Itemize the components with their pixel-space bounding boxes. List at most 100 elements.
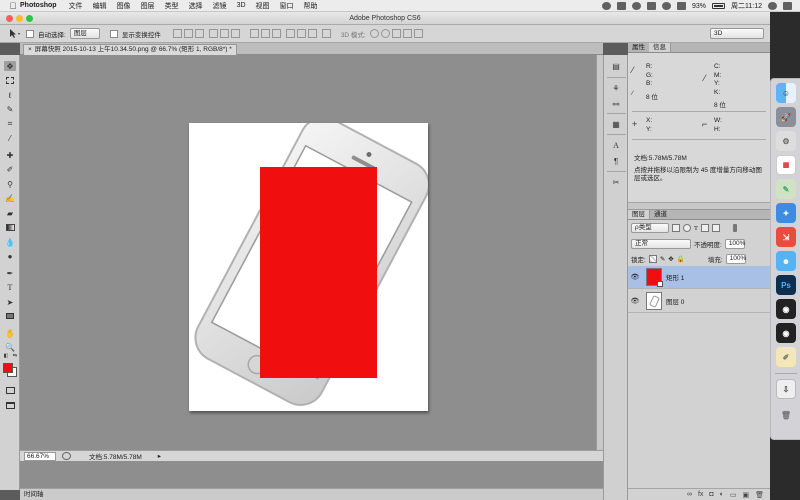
layer-row-image[interactable]: 👁 图层 0 [628, 290, 770, 313]
lock-transparent-icon[interactable] [648, 255, 657, 263]
close-tab-icon[interactable]: × [28, 46, 32, 53]
gradient-tool-icon[interactable] [4, 222, 16, 232]
crop-tool-icon[interactable]: ⌗ [4, 119, 16, 129]
quick-select-tool-icon[interactable]: ✎ [4, 104, 16, 114]
finder-icon[interactable]: ☺ [776, 83, 796, 103]
menu-app-name[interactable]: Photoshop [20, 2, 57, 9]
move-tool-icon[interactable]: ✥ [4, 61, 16, 71]
swap-colors-icon[interactable]: ⇆ [11, 353, 19, 359]
spotlight-icon[interactable] [768, 2, 777, 10]
calendar-icon[interactable]: ▦ [776, 155, 796, 175]
delete-layer-icon[interactable]: 🗑 [755, 491, 764, 499]
status-icon-5[interactable] [661, 2, 671, 10]
preview-icon[interactable]: ✎ [776, 179, 796, 199]
roll-3d-icon[interactable] [380, 29, 390, 38]
red-rectangle-shape[interactable] [260, 167, 377, 378]
wifi-icon[interactable] [676, 2, 686, 10]
eyedropper-tool-icon[interactable]: ⁄ [4, 133, 16, 143]
add-mask-icon[interactable]: ◘ [709, 491, 713, 498]
move-tool-preset-icon[interactable] [8, 28, 22, 39]
screen-mode-icon[interactable] [4, 400, 16, 410]
qq-browser-icon[interactable]: ☻ [776, 251, 796, 271]
lasso-tool-icon[interactable]: ℓ [4, 90, 16, 100]
layer-name[interactable]: 矩形 1 [666, 272, 684, 282]
menu-select[interactable]: 选择 [189, 1, 203, 11]
status-icon-2[interactable] [616, 2, 626, 10]
paragraph-panel-icon[interactable]: ¶ [610, 155, 622, 167]
scale-3d-icon[interactable] [413, 29, 423, 38]
menu-layer[interactable]: 图层 [141, 1, 155, 11]
history-brush-tool-icon[interactable]: ✍ [4, 193, 16, 203]
rotate-3d-icon[interactable] [369, 29, 379, 38]
actions-panel-icon[interactable]: ▦ [610, 118, 622, 130]
link-layers-icon[interactable]: ∞ [687, 491, 692, 498]
menu-type[interactable]: 类型 [165, 1, 179, 11]
visibility-eye-icon[interactable]: 👁 [628, 297, 642, 305]
filter-pixel-icon[interactable] [672, 224, 680, 232]
menu-file[interactable]: 文件 [69, 1, 83, 11]
history-panel-icon[interactable]: ▤ [610, 60, 622, 72]
zoom-window-button[interactable] [26, 15, 33, 22]
quick-mask-icon[interactable] [4, 385, 16, 395]
filter-toggle-icon[interactable] [732, 224, 737, 232]
dodge-tool-icon[interactable]: ● [4, 251, 16, 261]
distribute-left-icon[interactable] [285, 29, 295, 38]
new-group-icon[interactable]: ▭ [730, 491, 737, 499]
battery-icon[interactable] [712, 3, 725, 9]
type-tool-icon[interactable]: T [4, 282, 16, 292]
layer-row-rectangle[interactable]: 👁 矩形 1 [628, 266, 770, 289]
brush-tool-icon[interactable]: ✐ [4, 164, 16, 174]
status-navigator-icon[interactable] [62, 452, 71, 460]
qq-icon[interactable]: ◉ [776, 299, 796, 319]
menu-image[interactable]: 图像 [117, 1, 131, 11]
distribute-hcenter-icon[interactable] [296, 29, 306, 38]
workspace-dropdown[interactable]: 3D [710, 28, 764, 39]
align-top-icon[interactable] [172, 29, 182, 38]
show-transform-checkbox[interactable] [109, 29, 118, 38]
slide-3d-icon[interactable] [402, 29, 412, 38]
status-menu-arrow-icon[interactable]: ▸ [158, 452, 161, 460]
textedit-icon[interactable]: ✐ [776, 347, 796, 367]
tab-info[interactable]: 信息 [649, 43, 671, 52]
layer-kind-filter[interactable]: ρ类型 [631, 223, 669, 233]
distribute-vcenter-icon[interactable] [260, 29, 270, 38]
menu-3d[interactable]: 3D [237, 2, 246, 9]
status-icon-4[interactable] [646, 2, 656, 10]
timeline-panel-tab[interactable]: 时间轴 [20, 488, 603, 500]
foreground-color-swatch[interactable] [3, 363, 13, 373]
clock[interactable]: 周二11:12 [731, 1, 762, 11]
lock-position-icon[interactable]: ✥ [668, 255, 673, 263]
align-right-icon[interactable] [230, 29, 240, 38]
distribute-bottom-icon[interactable] [271, 29, 281, 38]
hand-tool-icon[interactable]: ✋ [4, 328, 16, 338]
clone-stamp-tool-icon[interactable]: ⚲ [4, 179, 16, 189]
align-hcenter-icon[interactable] [219, 29, 229, 38]
auto-select-checkbox[interactable] [26, 29, 34, 38]
close-window-button[interactable] [6, 15, 13, 22]
character-panel-icon[interactable]: A [610, 139, 622, 151]
document-tab[interactable]: × 屏幕快照 2015-10-13 上午10.34.50.png @ 66.7% … [23, 44, 237, 55]
menu-view[interactable]: 视图 [256, 1, 270, 11]
status-icon-1[interactable] [601, 2, 611, 10]
opacity-field[interactable]: 100% [724, 239, 745, 249]
eraser-tool-icon[interactable]: ▰ [4, 208, 16, 218]
photoshop-icon[interactable]: Ps [776, 275, 796, 295]
minimize-window-button[interactable] [16, 15, 23, 22]
clone-source-icon[interactable]: ⚯ [610, 98, 622, 110]
qq-icon-2[interactable]: ◉ [776, 323, 796, 343]
app-store-icon[interactable]: ✦ [776, 203, 796, 223]
marquee-tool-icon[interactable] [4, 75, 16, 85]
pen-tool-icon[interactable]: ✒ [4, 268, 16, 278]
visibility-eye-icon[interactable]: 👁 [628, 273, 642, 281]
lock-image-icon[interactable]: ✎ [660, 255, 665, 263]
layer-name[interactable]: 图层 0 [666, 296, 684, 306]
distribute-right-icon[interactable] [307, 29, 317, 38]
menu-edit[interactable]: 编辑 [93, 1, 107, 11]
downloads-stack-icon[interactable]: ⇩ [776, 379, 796, 399]
tab-properties[interactable]: 属性 [628, 43, 649, 52]
healing-brush-tool-icon[interactable]: ✚ [4, 150, 16, 160]
align-left-icon[interactable] [208, 29, 218, 38]
drag-3d-icon[interactable] [391, 29, 401, 38]
migration-icon[interactable]: ⇲ [776, 227, 796, 247]
distribute-top-icon[interactable] [249, 29, 259, 38]
